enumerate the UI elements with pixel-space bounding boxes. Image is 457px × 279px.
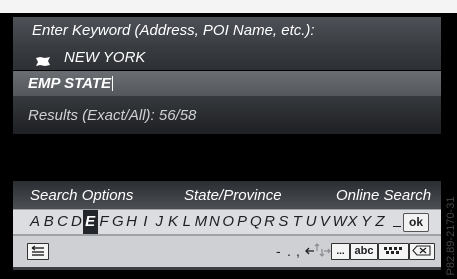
letter-key-n[interactable]: N bbox=[208, 210, 220, 234]
letter-key-m[interactable]: M bbox=[195, 210, 208, 234]
abc-button[interactable]: abc bbox=[350, 243, 378, 260]
results-counter: Results (Exact/All): 56/58 bbox=[13, 96, 441, 134]
keyword-prompt-header: Enter Keyword (Address, POI Name, etc.): bbox=[13, 17, 441, 44]
letter-key-d[interactable]: D bbox=[70, 210, 82, 234]
letter-key-h[interactable]: H bbox=[126, 210, 138, 234]
text-caret bbox=[112, 76, 114, 91]
space-underscore-icon[interactable] bbox=[393, 226, 401, 227]
letter-key-t[interactable]: T bbox=[291, 210, 303, 234]
letter-key-v[interactable]: V bbox=[319, 210, 331, 234]
ok-button[interactable]: ok bbox=[403, 213, 429, 232]
letter-key-y[interactable]: Y bbox=[360, 210, 372, 234]
keypad-mode-icon[interactable] bbox=[378, 243, 409, 260]
navigation-screen: Enter Keyword (Address, POI Name, etc.):… bbox=[0, 0, 457, 279]
location-value: NEW YORK bbox=[64, 48, 146, 66]
online-search-button[interactable]: Online Search bbox=[336, 187, 431, 204]
letter-key-q[interactable]: Q bbox=[250, 210, 262, 234]
letter-key-f[interactable]: F bbox=[98, 210, 110, 234]
letter-key-a[interactable]: A bbox=[29, 210, 41, 234]
top-strip bbox=[0, 0, 457, 13]
letter-key-k[interactable]: K bbox=[167, 210, 179, 234]
hyphen-key[interactable]: - bbox=[276, 243, 281, 259]
image-reference-code: P82.89-2170-31 bbox=[445, 196, 457, 276]
letter-key-s[interactable]: S bbox=[277, 210, 289, 234]
image-reference-text: P82.89-2170-31 bbox=[445, 196, 457, 276]
location-selector[interactable]: NEW YORK bbox=[13, 44, 441, 70]
letter-key-w[interactable]: W bbox=[333, 210, 347, 234]
letter-key-e[interactable]: E bbox=[82, 210, 98, 234]
letter-key-o[interactable]: O bbox=[222, 210, 234, 234]
keyword-input-value: EMP STATE bbox=[28, 75, 112, 92]
letters-row: ZYXWVUTSRQPONMLKJIHGFEDCBA ok bbox=[13, 209, 441, 235]
us-flag-icon bbox=[36, 53, 50, 66]
letter-key-j[interactable]: J bbox=[153, 210, 165, 234]
letter-key-c[interactable]: C bbox=[57, 210, 69, 234]
letter-key-u[interactable]: U bbox=[305, 210, 317, 234]
keyword-prompt-title: Enter Keyword (Address, POI Name, etc.): bbox=[32, 22, 315, 39]
keyword-input[interactable]: EMP STATE bbox=[13, 71, 441, 96]
period-key[interactable]: . bbox=[287, 243, 291, 259]
letter-key-i[interactable]: I bbox=[139, 210, 151, 234]
more-characters-button[interactable]: ... bbox=[331, 243, 350, 260]
state-province-button[interactable]: State/Province bbox=[184, 187, 282, 204]
letter-key-x[interactable]: X bbox=[346, 210, 358, 234]
delete-icon[interactable] bbox=[409, 243, 435, 260]
letter-key-b[interactable]: B bbox=[43, 210, 55, 234]
speller-keyboard: Search Options State/Province Online Sea… bbox=[13, 181, 441, 270]
letter-key-g[interactable]: G bbox=[112, 210, 124, 234]
letter-key-z[interactable]: Z bbox=[374, 210, 386, 234]
back-icon[interactable] bbox=[27, 243, 49, 260]
options-bar: Search Options State/Province Online Sea… bbox=[13, 184, 441, 206]
letter-key-p[interactable]: P bbox=[236, 210, 248, 234]
results-text: Results (Exact/All): 56/58 bbox=[28, 106, 197, 124]
arrow-right-icon[interactable] bbox=[323, 241, 331, 262]
comma-key[interactable]: , bbox=[296, 243, 300, 259]
search-options-button[interactable]: Search Options bbox=[30, 187, 133, 204]
letter-key-r[interactable]: R bbox=[264, 210, 276, 234]
controls-row: - . , ... abc bbox=[13, 235, 441, 267]
letter-key-l[interactable]: L bbox=[181, 210, 193, 234]
